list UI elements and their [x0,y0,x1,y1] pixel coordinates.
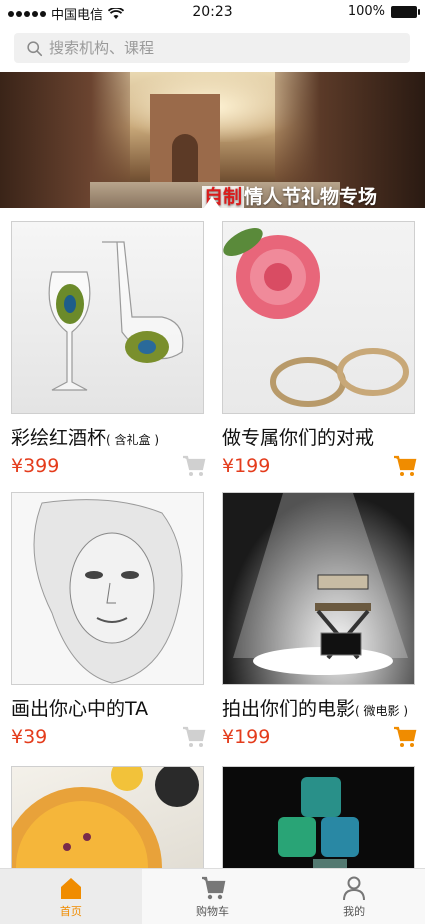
tab-home-label: 首页 [59,904,82,918]
bottom-tab-bar: 首页 购物车 我的 [0,868,425,924]
search-bar[interactable] [14,33,410,63]
product-card[interactable]: 拍出你们的电影( 微电影 ) ¥199 [222,492,417,749]
user-icon [343,876,366,900]
product-image-wine-glasses[interactable] [11,221,204,414]
product-image-tart[interactable] [11,766,204,868]
product-name[interactable]: 拍出你们的电影( 微电影 ) [222,694,417,720]
add-to-cart-icon[interactable] [182,455,206,477]
tab-profile[interactable]: 我的 [283,869,425,924]
product-card[interactable]: 做专属你们的对戒 ¥199 [222,221,417,478]
add-to-cart-icon[interactable] [182,726,206,748]
status-bar: 中国电信 20:23 100% [0,0,425,24]
tab-cart[interactable]: 购物车 [142,869,284,924]
battery-percent: 100% [347,4,385,19]
product-grid: 彩绘红酒杯( 含礼盒 ) ¥399 做专属你们的对戒 ¥199 画出你心中的TA… [0,208,425,868]
product-image-movie[interactable] [222,492,415,685]
product-price: ¥399 [11,455,60,477]
cart-icon [201,876,225,899]
product-price: ¥199 [222,455,271,477]
product-name[interactable]: 做专属你们的对戒 [222,423,417,449]
product-image-rings[interactable] [222,221,415,414]
product-name[interactable]: 彩绘红酒杯( 含礼盒 ) [11,423,206,449]
product-card[interactable]: 画出你心中的TA ¥39 [11,492,206,749]
rose-rings-illustration [223,228,409,407]
tab-cart-label: 购物车 [196,904,229,918]
product-card[interactable]: 彩绘红酒杯( 含礼盒 ) ¥399 [11,221,206,478]
wine-glasses-illustration [48,241,184,391]
product-image-glow-jars[interactable] [222,766,415,868]
glow-jars-illustration [278,777,359,868]
tab-profile-label: 我的 [343,904,366,918]
product-price: ¥39 [11,726,48,748]
banner-title: 自制 情人节礼物专场 [202,182,377,208]
banner-church [150,94,220,184]
search-icon [27,40,43,56]
promo-banner[interactable]: 自制 情人节礼物专场 [0,72,425,208]
add-to-cart-icon[interactable] [393,455,417,477]
product-card[interactable] [11,766,206,868]
home-icon [60,877,81,899]
product-price: ¥199 [222,726,271,748]
director-chair-illustration [233,493,408,675]
product-name[interactable]: 画出你心中的TA [11,694,206,720]
product-card[interactable] [222,766,417,868]
battery-info: 100% [347,4,420,19]
battery-icon [391,5,420,18]
tart-illustration [12,767,199,868]
search-input[interactable] [49,39,379,57]
banner-indicator [204,196,220,208]
tab-home[interactable]: 首页 [0,869,142,924]
portrait-sketch-illustration [33,499,183,684]
banner-title-main: 情人节礼物专场 [244,186,378,208]
product-image-portrait[interactable] [11,492,204,685]
add-to-cart-icon[interactable] [393,726,417,748]
